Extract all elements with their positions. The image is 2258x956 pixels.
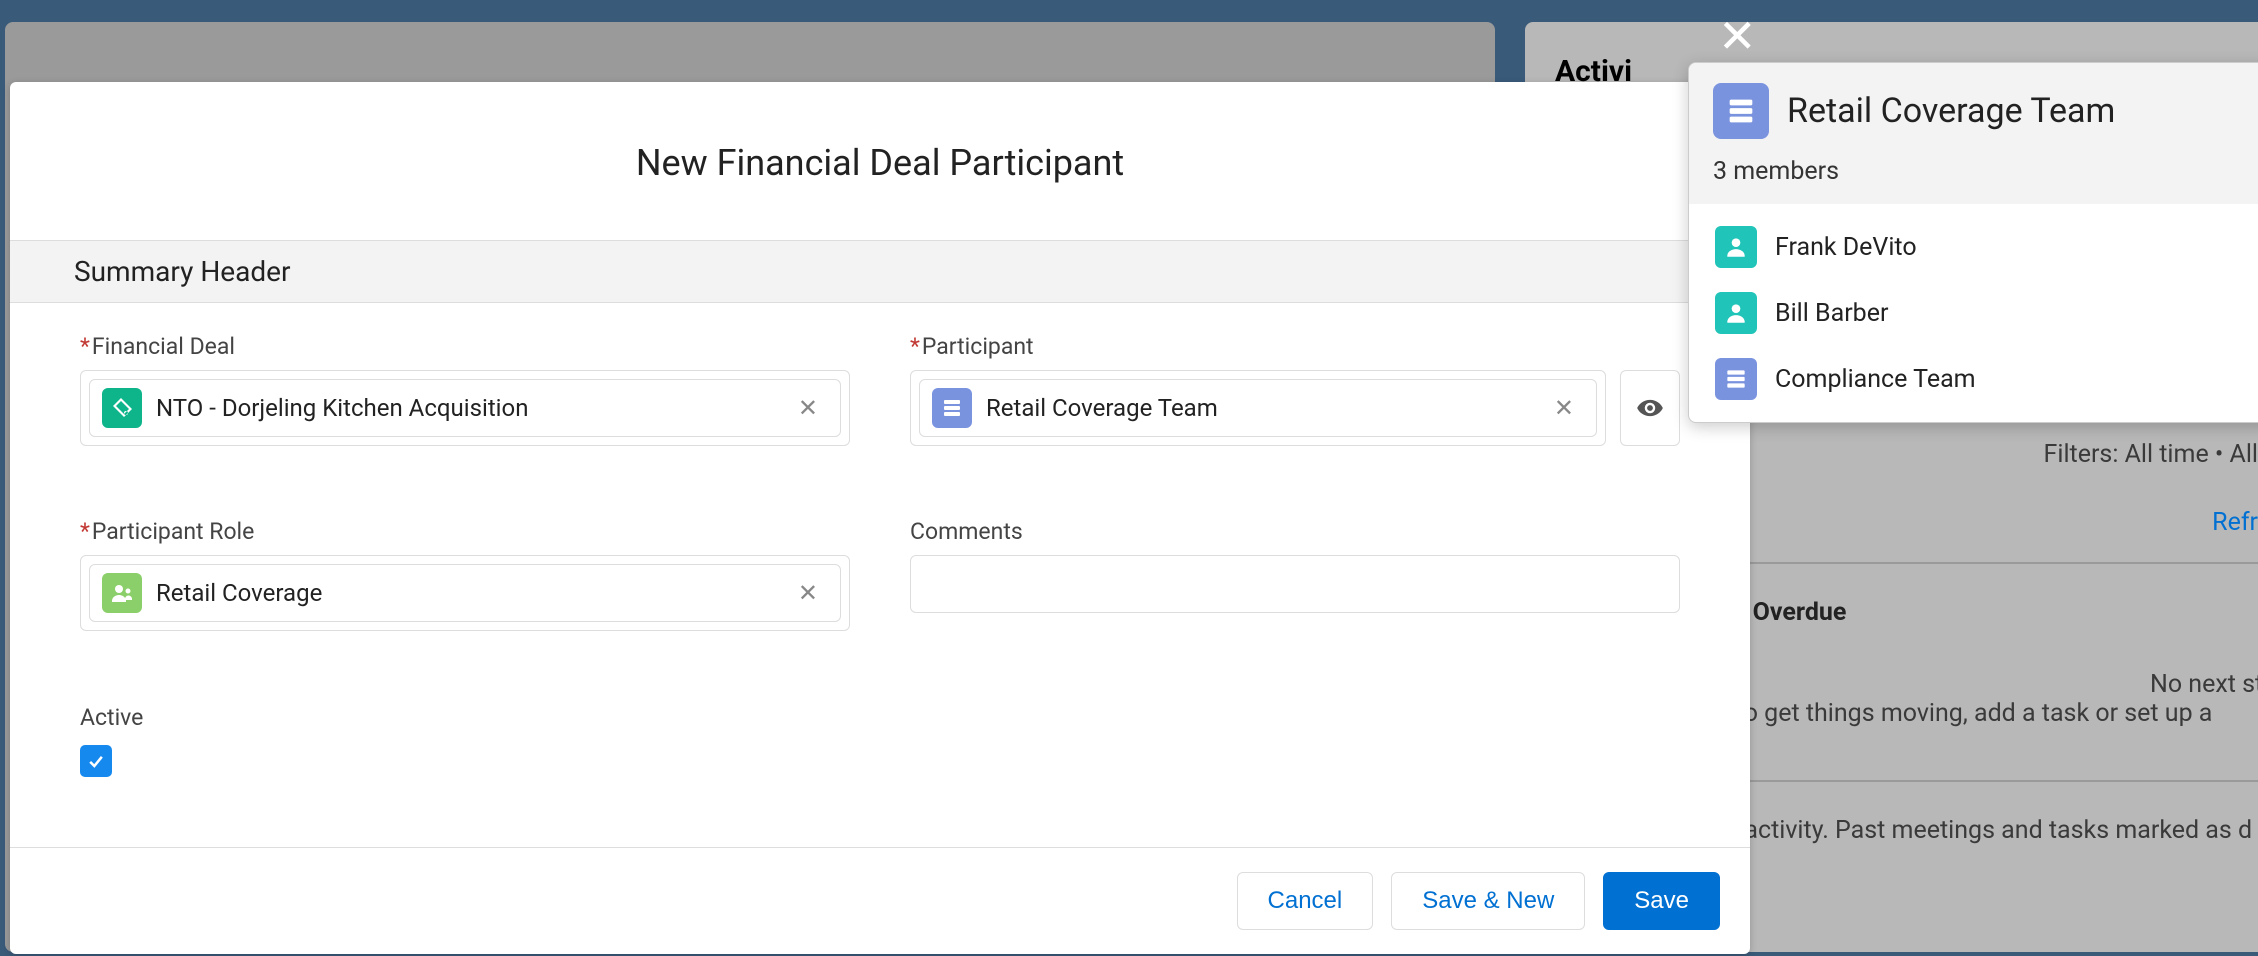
member-name: Bill Barber [1775,299,1888,328]
list-item[interactable]: Compliance Team [1689,346,2258,412]
field-active: Active [80,704,850,817]
save-button[interactable]: Save [1603,872,1720,930]
team-icon [1713,83,1769,139]
list-item[interactable]: Frank DeVito [1689,214,2258,280]
lookup-value: Retail Coverage Team [986,394,1530,422]
popover-header: ✕ Retail Coverage Team 3 members [1689,63,2258,204]
clear-icon[interactable]: ✕ [1544,394,1584,422]
member-name: Compliance Team [1775,365,1976,394]
close-icon[interactable]: ✕ [1718,14,1757,60]
team-preview-popover: ✕ Retail Coverage Team 3 members Frank D… [1688,62,2258,423]
role-icon [102,573,142,613]
clear-icon[interactable]: ✕ [788,579,828,607]
financial-deal-lookup[interactable]: NTO - Dorjeling Kitchen Acquisition ✕ [80,370,850,446]
field-financial-deal: *Financial Deal NTO - Dorjeling Kitchen … [80,333,850,486]
participant-lookup[interactable]: Retail Coverage Team ✕ [910,370,1606,446]
user-icon [1715,292,1757,334]
refresh-link[interactable]: Refr [2212,508,2258,537]
preview-button[interactable] [1620,370,1680,446]
clear-icon[interactable]: ✕ [788,394,828,422]
save-and-new-button[interactable]: Save & New [1391,872,1585,930]
member-name: Frank DeVito [1775,233,1917,262]
form-body: *Financial Deal NTO - Dorjeling Kitchen … [10,303,1750,847]
field-comments: Comments [910,518,1680,671]
field-participant: *Participant Retail Coverage Team ✕ [910,333,1680,486]
popover-title: Retail Coverage Team [1787,91,2115,131]
new-participant-modal: New Financial Deal Participant Summary H… [10,82,1750,954]
past-activity-text: t activity. Past meetings and tasks mark… [1730,816,2252,845]
field-label: Active [80,704,850,731]
no-steps-line1: No next steps. [1910,670,2258,699]
field-participant-role: *Participant Role Retail Coverage ✕ [80,518,850,671]
section-header: Summary Header [10,240,1750,303]
lookup-pill: NTO - Dorjeling Kitchen Acquisition ✕ [89,379,841,437]
team-icon [932,388,972,428]
team-icon [1715,358,1757,400]
deal-icon [102,388,142,428]
check-icon [86,751,106,771]
field-label: *Participant Role [80,518,850,545]
cancel-button[interactable]: Cancel [1237,872,1374,930]
popover-subtitle: 3 members [1713,157,2258,186]
comments-input[interactable] [910,555,1680,613]
field-label: *Participant [910,333,1680,360]
lookup-value: Retail Coverage [156,579,774,607]
participant-role-lookup[interactable]: Retail Coverage ✕ [80,555,850,631]
modal-title: New Financial Deal Participant [10,82,1750,240]
field-label: *Financial Deal [80,333,850,360]
lookup-pill: Retail Coverage Team ✕ [919,379,1597,437]
lookup-value: NTO - Dorjeling Kitchen Acquisition [156,394,774,422]
field-label: Comments [910,518,1680,545]
no-steps-line2: To get things moving, add a task or set … [1730,699,2258,728]
eye-icon [1636,394,1664,422]
popover-member-list: Frank DeVito Bill Barber Compliance Team [1689,204,2258,422]
lookup-pill: Retail Coverage ✕ [89,564,841,622]
user-icon [1715,226,1757,268]
divider [1732,780,2258,782]
divider [1732,562,2258,564]
required-indicator: * [80,333,90,360]
modal-footer: Cancel Save & New Save [10,847,1750,954]
required-indicator: * [80,518,90,545]
no-steps-text: No next steps. To get things moving, add… [1730,670,2258,728]
active-checkbox[interactable] [80,745,112,777]
filters-text: Filters: All time • All [2044,440,2258,469]
required-indicator: * [910,333,920,360]
list-item[interactable]: Bill Barber [1689,280,2258,346]
